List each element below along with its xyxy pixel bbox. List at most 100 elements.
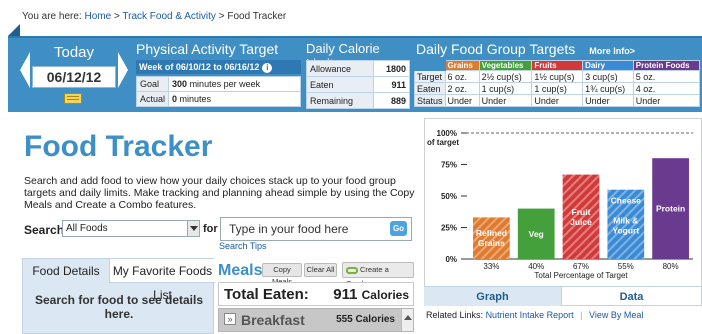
copy-meals-button[interactable]: Copy Meals: [262, 263, 302, 286]
total-eaten-value: 911: [333, 286, 358, 303]
table-cell: 3 cup(s): [582, 70, 634, 83]
goal-unit: minutes per week: [189, 79, 261, 89]
table-cell: Under: [531, 94, 584, 107]
food-group-header: Daily Food Group Targets More Info>: [416, 41, 635, 57]
x-tick-label: 55%: [618, 262, 634, 271]
dairy-header: Dairy: [582, 60, 634, 71]
food-category-select-value: All Foods: [66, 223, 108, 234]
table-cell: 2 oz.: [444, 82, 480, 95]
breadcrumb-prefix: You are here:: [22, 11, 82, 22]
chevron-down-icon[interactable]: [187, 221, 199, 236]
meals-title: Meals: [218, 262, 263, 279]
bar-label: Milk &: [613, 216, 638, 226]
calorie-row-value: 911: [372, 76, 411, 93]
calorie-row-label: Remaining: [306, 92, 374, 109]
row-label: Status: [414, 94, 446, 107]
for-label: for: [203, 223, 218, 235]
breadcrumb: You are here: Home > Track Food & Activi…: [22, 11, 286, 22]
table-cell: 6 oz.: [444, 70, 480, 83]
intro-text: Search and add food to view how your dai…: [24, 175, 415, 211]
food-group-title: Daily Food Group Targets: [416, 41, 576, 57]
bar-label: Cheese: [611, 196, 642, 206]
calendar-icon[interactable]: [64, 93, 82, 104]
actual-unit: minutes: [179, 94, 212, 104]
bar-label: Fruit: [572, 207, 591, 217]
bar-label: Protein: [656, 204, 685, 214]
today-label: Today: [53, 44, 95, 61]
scroll-up-icon[interactable]: [401, 309, 413, 331]
activity-actual-row: Actual 0 minutes: [135, 91, 301, 107]
x-axis-label: Total Percentage of Target: [534, 271, 628, 280]
y-tick-label: 25%: [441, 224, 457, 233]
calorie-row: Remaining 889: [306, 92, 411, 109]
protein-header: Protein Foods: [632, 60, 701, 71]
tab-data[interactable]: Data: [561, 286, 702, 306]
x-tick-label: 67%: [573, 262, 589, 271]
food-group-panel: Daily Food Group Targets More Info> Grain…: [414, 40, 701, 110]
row-label: Target: [414, 70, 446, 83]
current-date[interactable]: 06/12/12: [32, 66, 116, 88]
food-group-eaten-row: Eaten 2 oz. 1 cup(s) 1 cup(s) 1¾ cup(s) …: [414, 82, 701, 95]
collapse-icon[interactable]: »: [224, 313, 236, 325]
breadcrumb-separator: >: [113, 11, 120, 22]
total-eaten-unit: Calories: [361, 288, 409, 302]
related-links: Related Links: Nutrient Intake Report | …: [426, 310, 643, 320]
calorie-row: Allowance 1800: [306, 60, 411, 77]
combo-icon: [346, 266, 358, 274]
nutrient-intake-report-link[interactable]: Nutrient Intake Report: [486, 310, 574, 320]
activity-table: Goal 300 minutes per week Actual 0 minut…: [135, 76, 301, 107]
header-fold-decoration: [8, 24, 20, 36]
table-cell: 1 cup(s): [531, 82, 584, 95]
goal-value: 300: [172, 79, 188, 89]
x-tick-label: 80%: [663, 262, 679, 271]
calorie-row-label: Allowance: [306, 60, 374, 77]
breadcrumb-home-link[interactable]: Home: [84, 11, 111, 22]
x-tick-label: 40%: [528, 262, 544, 271]
related-links-separator: |: [580, 310, 583, 320]
create-combo-button[interactable]: Create a Combo: [342, 262, 414, 288]
physical-activity-panel: Physical Activity Target Week of 06/10/1…: [135, 40, 301, 110]
more-info-link[interactable]: More Info>: [589, 46, 635, 56]
calorie-table: Allowance 1800 Eaten 911 Remaining 889: [306, 60, 411, 109]
food-group-status-row: Status Under Under Under Under Under: [414, 94, 701, 107]
page-title: Food Tracker: [24, 130, 213, 163]
info-icon[interactable]: i: [262, 63, 273, 73]
food-group-bar-chart: 100% 75% 50% 25% 0% of target RefinedGrains 33%…: [427, 129, 693, 280]
clear-all-button[interactable]: Clear All: [304, 263, 337, 277]
bar-label: Yogurt: [612, 226, 639, 236]
food-details-box: Food Details My Favorite Foods List Sear…: [22, 258, 215, 334]
next-day-arrow-icon[interactable]: [118, 52, 128, 88]
activity-goal-row: Goal 300 minutes per week: [135, 76, 301, 92]
food-group-header-row: Grains Vegetables Fruits Dairy Protein F…: [414, 60, 701, 71]
previous-day-arrow-icon[interactable]: [20, 52, 30, 88]
food-group-table: Grains Vegetables Fruits Dairy Protein F…: [414, 60, 701, 107]
y-tick-label: 100%: [437, 129, 457, 138]
table-cell: Under: [444, 94, 480, 107]
breadcrumb-separator: >: [218, 11, 225, 22]
total-eaten-value-group: 911 Calories: [333, 286, 409, 303]
tab-graph[interactable]: Graph: [424, 286, 561, 306]
calorie-row-value: 1800: [372, 60, 411, 77]
food-group-chart-panel: 100% 75% 50% 25% 0% of target Refined Grains 33%…: [424, 118, 702, 306]
bar-label: Grains: [478, 238, 505, 248]
food-search-input[interactable]: Type in your food here: [220, 217, 412, 241]
go-button[interactable]: Go: [390, 221, 407, 236]
y-tick-label: 0%: [445, 255, 457, 264]
breakfast-meal-row[interactable]: » Breakfast 555 Calories: [218, 308, 414, 332]
breadcrumb-track-link[interactable]: Track Food & Activity: [122, 11, 216, 22]
bar-label: Juice: [570, 217, 592, 227]
table-cell: Under: [632, 94, 701, 107]
actual-value: 0: [172, 94, 178, 104]
tab-food-details[interactable]: Food Details: [23, 259, 109, 283]
chart-tabs: Graph Data: [424, 286, 702, 306]
total-eaten-label: Total Eaten:: [224, 286, 309, 303]
activity-week: Week of 06/10/12 to 06/16/12 i: [136, 60, 301, 74]
view-by-meal-link[interactable]: View By Meal: [589, 310, 643, 320]
food-category-select[interactable]: All Foods: [62, 220, 200, 237]
tab-favorite-foods[interactable]: My Favorite Foods List: [109, 259, 215, 302]
row-label: Eaten: [414, 82, 446, 95]
table-cell: Under: [582, 94, 634, 107]
y-axis-label: of target: [427, 138, 459, 147]
search-tips-link[interactable]: Search Tips: [219, 241, 267, 251]
food-group-target-row: Target 6 oz. 2½ cup(s) 1½ cup(s) 3 cup(s…: [414, 70, 701, 83]
